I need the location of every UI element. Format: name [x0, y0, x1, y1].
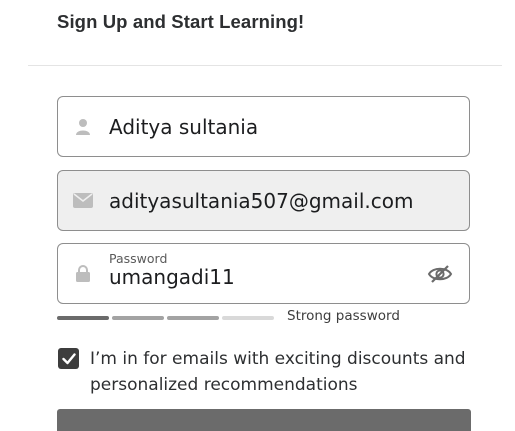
- password-label: Password: [109, 251, 168, 266]
- lock-icon: [73, 264, 93, 284]
- user-icon: [73, 117, 93, 137]
- strength-segment-1: [57, 316, 109, 320]
- password-value[interactable]: umangadi11: [109, 265, 235, 289]
- full-name-value[interactable]: Aditya sultania: [109, 115, 258, 139]
- marketing-consent-text: I’m in for emails with exciting discount…: [90, 349, 466, 395]
- checkmark-icon: [61, 352, 76, 364]
- signup-button[interactable]: [57, 409, 471, 431]
- password-strength-label: Strong password: [287, 308, 400, 324]
- password-strength-meter: [57, 316, 274, 320]
- strength-segment-4: [222, 316, 274, 320]
- full-name-field[interactable]: Aditya sultania: [57, 96, 470, 157]
- password-field[interactable]: Password umangadi11: [57, 243, 470, 304]
- email-value[interactable]: adityasultania507@gmail.com: [109, 189, 413, 213]
- signup-page: Sign Up and Start Learning! Aditya sulta…: [0, 0, 515, 431]
- header-divider: [28, 65, 502, 66]
- marketing-consent-checkbox[interactable]: [58, 348, 79, 369]
- strength-segment-2: [112, 316, 164, 320]
- page-title: Sign Up and Start Learning!: [57, 11, 305, 32]
- email-field[interactable]: adityasultania507@gmail.com: [57, 170, 470, 231]
- eye-slash-icon[interactable]: [427, 264, 453, 284]
- envelope-icon: [73, 191, 93, 211]
- strength-segment-3: [167, 316, 219, 320]
